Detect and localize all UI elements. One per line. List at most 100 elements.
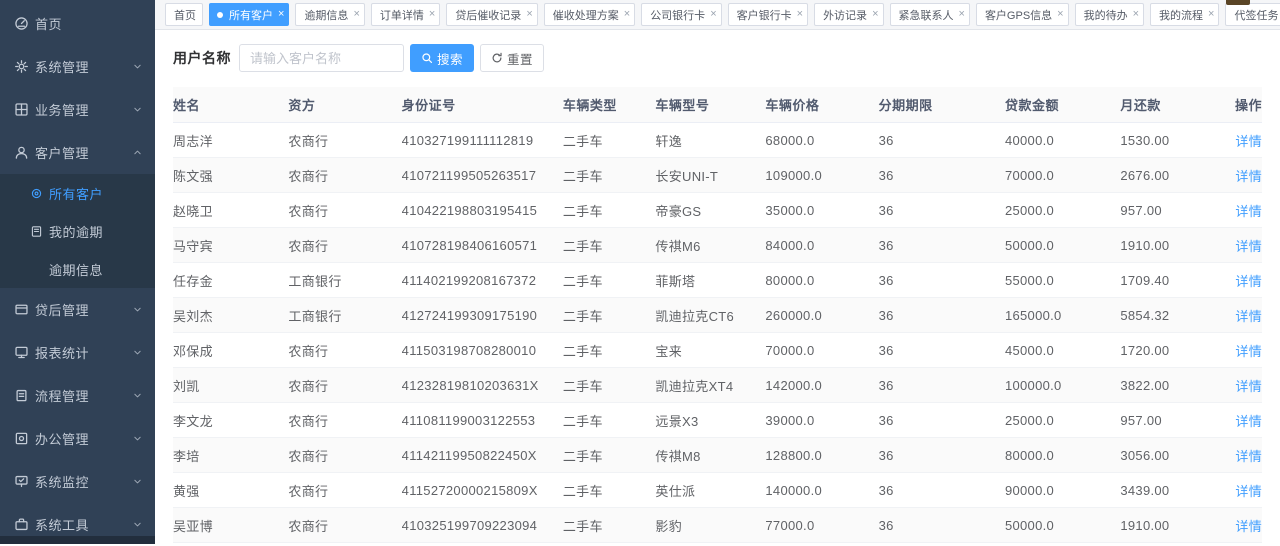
customer-name-input[interactable]: [239, 44, 404, 72]
avatar[interactable]: [1226, 0, 1250, 5]
table-cell: 36: [879, 263, 1005, 298]
tab-label: 客户银行卡: [735, 7, 794, 23]
tab-emergency-contacts[interactable]: 紧急联系人×: [890, 3, 970, 26]
table-cell: 二手车: [563, 333, 656, 368]
detail-link[interactable]: 详情: [1235, 449, 1262, 464]
tab-label: 客户GPS信息: [983, 7, 1054, 23]
detail-link[interactable]: 详情: [1235, 344, 1262, 359]
tab-all-customers[interactable]: 所有客户×: [209, 3, 289, 26]
monitor-icon: [14, 474, 29, 489]
tab-order-detail[interactable]: 订单详情×: [371, 3, 440, 26]
sidebar-item-process-mgmt[interactable]: 流程管理: [0, 374, 155, 417]
sidebar-item-all-customers[interactable]: 所有客户: [0, 174, 155, 212]
sidebar-item-label: 流程管理: [35, 386, 132, 405]
chart-icon: [14, 345, 29, 360]
table-cell: 36: [879, 298, 1005, 333]
tab-overdue-info[interactable]: 逾期信息×: [295, 3, 364, 26]
search-icon: [421, 52, 433, 64]
table-cell: 50000.0: [1005, 508, 1120, 543]
sidebar-item-customer-mgmt[interactable]: 客户管理: [0, 131, 155, 174]
tab-home[interactable]: 首页: [165, 3, 203, 26]
office-icon: [14, 431, 29, 446]
sidebar-item-label: 逾期信息: [49, 260, 103, 279]
detail-link[interactable]: 详情: [1235, 239, 1262, 254]
table-cell: 36: [879, 438, 1005, 473]
table-row: 黄强农商行41152720000215809X二手车英仕派140000.0369…: [173, 473, 1262, 508]
sidebar-item-label: 我的逾期: [49, 222, 103, 241]
chevron-up-icon: [132, 147, 143, 158]
table-cell: 2676.00: [1120, 158, 1215, 193]
tab-customer-gps-info[interactable]: 客户GPS信息×: [976, 3, 1069, 26]
close-icon[interactable]: ×: [797, 9, 803, 20]
gear-icon: [14, 59, 29, 74]
chevron-down-icon: [132, 390, 143, 401]
detail-link[interactable]: 详情: [1235, 204, 1262, 219]
table-cell: 410422198803195415: [402, 193, 563, 228]
tab-collection-plan[interactable]: 催收处理方案×: [544, 3, 635, 26]
tab-visit-records[interactable]: 外访记录×: [814, 3, 883, 26]
tab-my-todo[interactable]: 我的待办×: [1075, 3, 1144, 26]
table-cell: 142000.0: [765, 368, 878, 403]
sidebar-item-label: 报表统计: [35, 343, 132, 362]
chevron-down-icon: [132, 347, 143, 358]
sidebar-item-overdue-info[interactable]: 逾期信息: [0, 250, 155, 288]
table-cell: 1720.00: [1120, 333, 1215, 368]
table-cell: 帝豪GS: [655, 193, 765, 228]
table-cell: 260000.0: [765, 298, 878, 333]
close-icon[interactable]: ×: [1057, 9, 1063, 20]
table-cell: 二手车: [563, 368, 656, 403]
sidebar-item-my-overdue[interactable]: 我的逾期: [0, 212, 155, 250]
sidebar-item-system-mgmt[interactable]: 系统管理: [0, 45, 155, 88]
action-cell: 详情: [1215, 263, 1262, 298]
detail-link[interactable]: 详情: [1235, 414, 1262, 429]
close-icon[interactable]: ×: [1133, 9, 1139, 20]
reset-button[interactable]: 重置: [480, 44, 544, 72]
tab-label: 我的待办: [1082, 7, 1130, 23]
content: 用户名称 搜索 重置 姓名资方身份证号车辆类型车辆型号车辆价格分期期限贷款金额月…: [155, 30, 1280, 544]
sidebar-item-office-mgmt[interactable]: 办公管理: [0, 417, 155, 460]
sidebar-item-label: 业务管理: [35, 100, 132, 119]
detail-link[interactable]: 详情: [1235, 519, 1262, 534]
detail-link[interactable]: 详情: [1235, 169, 1262, 184]
tab-collection-records[interactable]: 贷后催收记录×: [446, 3, 537, 26]
sidebar-item-home[interactable]: 首页: [0, 2, 155, 45]
action-cell: 详情: [1215, 473, 1262, 508]
table-cell: 411402199208167372: [402, 263, 563, 298]
close-icon[interactable]: ×: [353, 9, 359, 20]
detail-link[interactable]: 详情: [1235, 274, 1262, 289]
close-icon[interactable]: ×: [278, 9, 284, 20]
tab-sign-tasks[interactable]: 代签任务×: [1225, 3, 1280, 26]
close-icon[interactable]: ×: [872, 9, 878, 20]
search-button[interactable]: 搜索: [410, 44, 474, 72]
close-icon[interactable]: ×: [624, 9, 630, 20]
detail-link[interactable]: 详情: [1235, 309, 1262, 324]
detail-link[interactable]: 详情: [1235, 379, 1262, 394]
search-button-label: 搜索: [437, 49, 463, 68]
detail-link[interactable]: 详情: [1235, 484, 1262, 499]
tab-my-process[interactable]: 我的流程×: [1150, 3, 1219, 26]
close-icon[interactable]: ×: [526, 9, 532, 20]
tab-company-bank-card[interactable]: 公司银行卡×: [641, 3, 721, 26]
table-cell: 工商银行: [288, 298, 401, 333]
table-cell: 二手车: [563, 508, 656, 543]
close-icon[interactable]: ×: [710, 9, 716, 20]
close-icon[interactable]: ×: [429, 9, 435, 20]
table-row: 邓保成农商行411503198708280010二手车宝来70000.03645…: [173, 333, 1262, 368]
table-cell: 马守宾: [173, 228, 288, 263]
sidebar-item-loan-mgmt[interactable]: 贷后管理: [0, 288, 155, 331]
table-cell: 410721199505263517: [402, 158, 563, 193]
refresh-icon: [491, 52, 503, 64]
action-cell: 详情: [1215, 508, 1262, 543]
chevron-down-icon: [132, 61, 143, 72]
sidebar-item-label: 系统监控: [35, 472, 132, 491]
search-form: 用户名称 搜索 重置: [173, 44, 1262, 72]
close-icon[interactable]: ×: [1208, 9, 1214, 20]
close-icon[interactable]: ×: [959, 9, 965, 20]
table-cell: 36: [879, 473, 1005, 508]
col-monthly-payment: 月还款: [1120, 87, 1215, 123]
sidebar-item-report-stats[interactable]: 报表统计: [0, 331, 155, 374]
sidebar-item-business-mgmt[interactable]: 业务管理: [0, 88, 155, 131]
detail-link[interactable]: 详情: [1235, 134, 1262, 149]
tab-customer-bank-card[interactable]: 客户银行卡×: [728, 3, 808, 26]
sidebar-item-system-monitor[interactable]: 系统监控: [0, 460, 155, 503]
